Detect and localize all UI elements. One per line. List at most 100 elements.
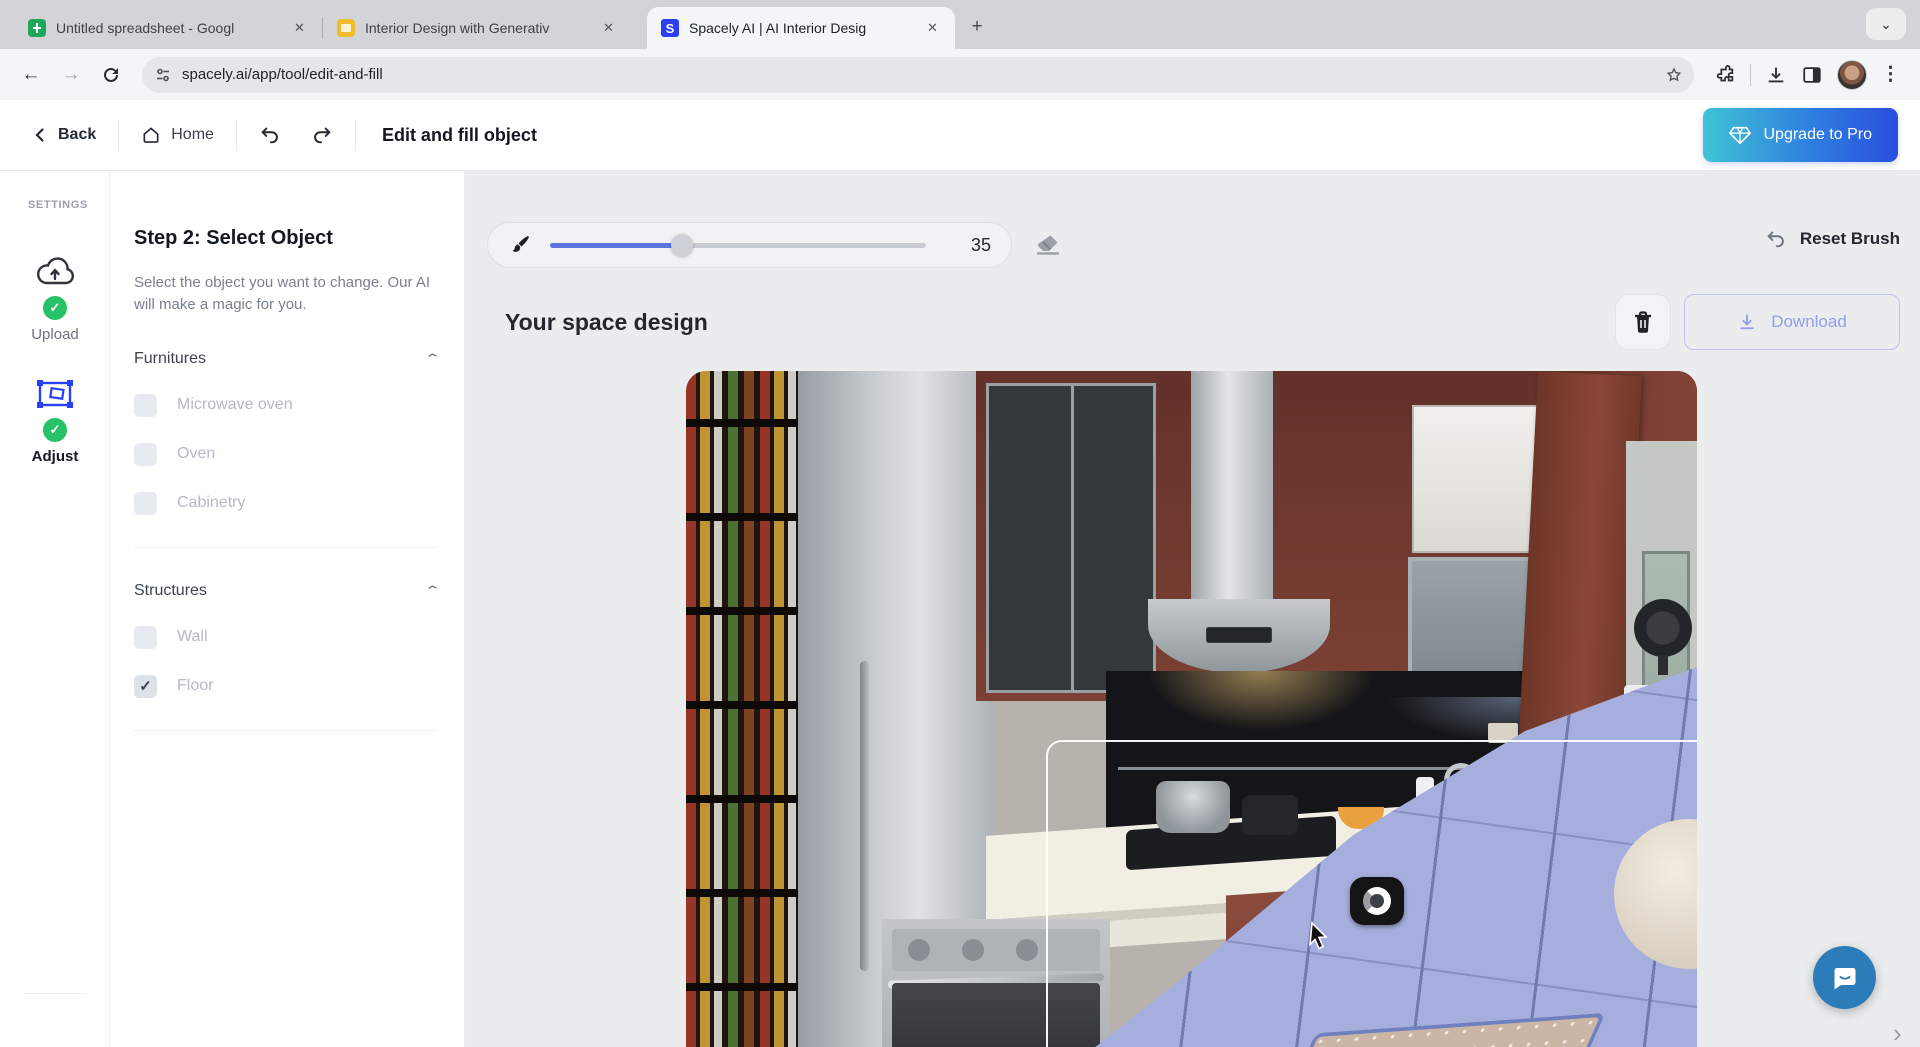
google-slides-favicon xyxy=(337,19,355,37)
extensions-icon[interactable] xyxy=(1714,64,1736,86)
screen: Untitled spreadsheet - Googl ✕ Interior … xyxy=(0,0,1920,1047)
back-label: Back xyxy=(58,126,96,144)
toolbar-separator xyxy=(1750,64,1751,86)
address-bar[interactable]: spacely.ai/app/tool/edit-and-fill xyxy=(142,57,1694,93)
checkbox-checked[interactable] xyxy=(134,675,157,698)
chevron-up-icon: ⌃ xyxy=(424,351,441,367)
electric-fan xyxy=(1634,599,1694,675)
section-label: Structures xyxy=(134,582,207,600)
google-sheets-favicon xyxy=(28,19,46,37)
tab-google-sheets[interactable]: Untitled spreadsheet - Googl ✕ xyxy=(14,7,322,49)
tab-close-icon[interactable]: ✕ xyxy=(291,20,308,37)
settings-rail: SETTINGS ✓ Upload ✓ Adjust xyxy=(0,171,110,1047)
range-hood-duct xyxy=(1191,371,1273,606)
url-text[interactable]: spacely.ai/app/tool/edit-and-fill xyxy=(182,66,1650,83)
select-object-panel: Step 2: Select Object Select the object … xyxy=(110,171,465,1047)
rail-title: SETTINGS xyxy=(28,199,88,211)
side-panel-icon[interactable] xyxy=(1801,64,1823,86)
tab-title: Spacely AI | AI Interior Desig xyxy=(689,20,914,36)
slider-fill xyxy=(550,243,682,248)
trash-icon xyxy=(1632,310,1654,334)
adjust-selection-icon xyxy=(35,377,75,411)
reset-brush-label: Reset Brush xyxy=(1800,229,1900,249)
step-label: Adjust xyxy=(0,448,110,465)
option-cabinetry[interactable]: Cabinetry xyxy=(134,492,438,515)
upgrade-to-pro-button[interactable]: Upgrade to Pro xyxy=(1703,108,1898,162)
undo-icon[interactable] xyxy=(259,124,281,146)
option-label: Oven xyxy=(177,445,215,463)
chevron-left-icon xyxy=(32,127,48,143)
rail-divider xyxy=(24,993,85,994)
tab-title: Interior Design with Generativ xyxy=(365,20,590,36)
panel-title: Step 2: Select Object xyxy=(134,227,438,250)
panel-description: Select the object you want to change. Ou… xyxy=(134,272,438,316)
under-cabinet-light xyxy=(1146,671,1376,731)
checkbox-unchecked[interactable] xyxy=(134,626,157,649)
tab-list-chevron-icon[interactable]: ⌄ xyxy=(1866,8,1906,40)
gem-icon xyxy=(1729,125,1751,145)
panel-divider xyxy=(134,547,438,548)
delete-design-button[interactable] xyxy=(1615,294,1671,350)
checkbox-unchecked[interactable] xyxy=(134,443,157,466)
white-cabinet xyxy=(1412,405,1544,553)
browser-menu-icon[interactable]: ⋮ xyxy=(1881,63,1900,86)
bookmark-star-icon[interactable] xyxy=(1660,61,1688,89)
option-label: Floor xyxy=(177,677,213,695)
option-wall[interactable]: Wall xyxy=(134,626,438,649)
home-icon xyxy=(141,125,161,145)
brush-size-value: 35 xyxy=(971,235,991,256)
checkbox-unchecked[interactable] xyxy=(134,394,157,417)
spacely-favicon: S xyxy=(661,19,679,37)
tab-close-icon[interactable]: ✕ xyxy=(924,20,941,37)
back-button[interactable]: Back xyxy=(22,126,118,144)
panel-divider xyxy=(134,730,438,731)
site-settings-icon[interactable] xyxy=(154,66,172,84)
brush-size-slider[interactable] xyxy=(550,235,926,255)
canvas-area: 35 Reset Brush Your space design Downloa… xyxy=(466,171,1920,1047)
browser-forward-icon[interactable]: → xyxy=(54,58,88,92)
glass-cabinet-door xyxy=(986,383,1156,693)
option-label: Wall xyxy=(177,628,208,646)
mouse-pointer xyxy=(1308,921,1332,953)
eraser-icon[interactable] xyxy=(1034,231,1062,257)
tab-interior-design[interactable]: Interior Design with Generativ ✕ xyxy=(323,7,631,49)
chat-support-button[interactable] xyxy=(1813,946,1876,1009)
bottle-shelf xyxy=(686,371,804,1047)
profile-avatar[interactable] xyxy=(1837,60,1867,90)
step-upload[interactable]: ✓ Upload xyxy=(0,255,110,343)
space-design-image-canvas[interactable] xyxy=(686,371,1697,1047)
browser-reload-icon[interactable] xyxy=(94,58,128,92)
reset-brush-button[interactable]: Reset Brush xyxy=(1765,228,1900,250)
browser-toolbar: ← → spacely.ai/app/tool/edit-and-fill ⋮ xyxy=(0,49,1920,100)
option-floor[interactable]: Floor xyxy=(134,675,438,698)
section-label: Furnitures xyxy=(134,350,206,368)
browser-tab-strip: Untitled spreadsheet - Googl ✕ Interior … xyxy=(0,0,1920,49)
section-furnitures[interactable]: Furnitures ⌃ xyxy=(134,350,438,368)
new-tab-button[interactable]: + xyxy=(963,13,991,41)
home-label: Home xyxy=(171,126,214,144)
downloads-icon[interactable] xyxy=(1765,64,1787,86)
step-adjust[interactable]: ✓ Adjust xyxy=(0,377,110,465)
brush-tool-cursor xyxy=(1350,877,1404,925)
home-button[interactable]: Home xyxy=(119,125,236,145)
brush-icon[interactable] xyxy=(508,233,532,257)
cloud-upload-icon xyxy=(34,255,76,289)
section-structures[interactable]: Structures ⌃ xyxy=(134,582,438,600)
step-complete-check-icon: ✓ xyxy=(43,418,67,442)
checkbox-unchecked[interactable] xyxy=(134,492,157,515)
hood-control-lights xyxy=(1214,631,1264,638)
scroll-right-icon[interactable]: › xyxy=(1893,1018,1902,1047)
redo-icon[interactable] xyxy=(311,124,333,146)
slider-thumb[interactable] xyxy=(671,234,693,256)
tab-close-icon[interactable]: ✕ xyxy=(600,20,617,37)
chevron-up-icon: ⌃ xyxy=(424,583,441,599)
download-button[interactable]: Download xyxy=(1684,294,1900,350)
tab-spacely-active[interactable]: S Spacely AI | AI Interior Desig ✕ xyxy=(647,7,955,49)
option-oven[interactable]: Oven xyxy=(134,443,438,466)
design-title: Your space design xyxy=(505,309,708,336)
browser-back-icon[interactable]: ← xyxy=(14,58,48,92)
option-microwave-oven[interactable]: Microwave oven xyxy=(134,394,438,417)
chat-bubble-icon xyxy=(1830,963,1860,993)
download-icon xyxy=(1737,312,1757,332)
design-header: Your space design Download xyxy=(505,291,1900,353)
